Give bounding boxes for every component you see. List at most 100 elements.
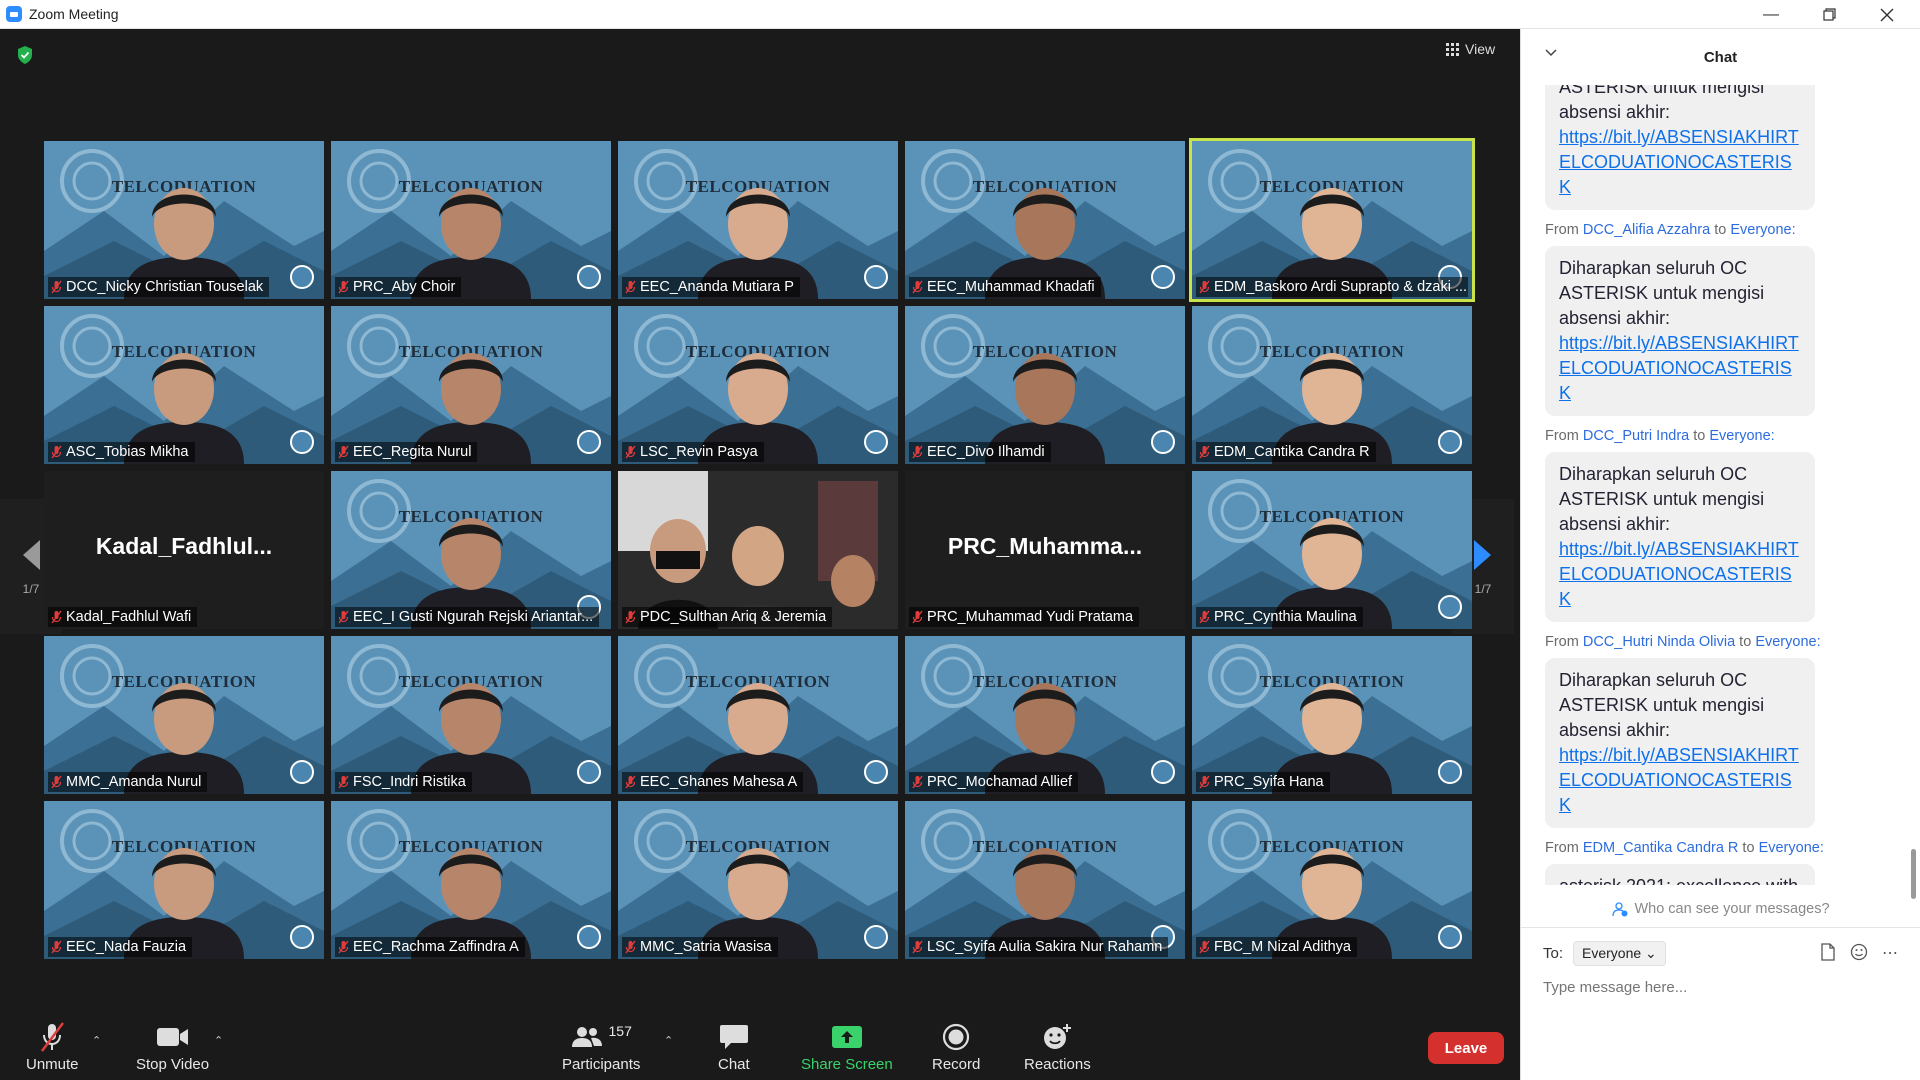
chat-bubble-partial: ASTERISK untuk mengisi absensi akhir: ht…	[1545, 85, 1815, 210]
muted-mic-icon	[51, 775, 62, 789]
leave-button[interactable]: Leave	[1428, 1032, 1504, 1064]
participant-tile[interactable]: PDC_Sulthan Ariq & Jeremia	[618, 471, 898, 629]
chat-message-link[interactable]: https://bit.ly/ABSENSIAKHIRTELCODUATIONO…	[1559, 331, 1801, 406]
muted-mic-icon	[51, 445, 62, 459]
participant-tile[interactable]: TELCODUATION MMC_Amanda Nurul	[44, 636, 324, 794]
microphone-muted-icon	[41, 1022, 65, 1052]
recipient-select[interactable]: Everyone ⌄	[1573, 941, 1666, 966]
window-title: Zoom Meeting	[29, 6, 119, 22]
participant-name-label: LSC_Revin Pasya	[622, 442, 764, 462]
participant-tile[interactable]: TELCODUATION LSC_Revin Pasya	[618, 306, 898, 464]
muted-mic-icon	[912, 610, 923, 624]
file-icon[interactable]	[1820, 943, 1836, 961]
video-options-caret-icon[interactable]: ⌃	[214, 1034, 223, 1047]
participant-tile[interactable]: TELCODUATION PRC_Cynthia Maulina	[1192, 471, 1472, 629]
participant-name: PRC_Muhammad Yudi Pratama	[927, 609, 1134, 625]
record-button[interactable]: Record	[932, 1020, 980, 1073]
chat-sender-name[interactable]: DCC_Hutri Ninda Olivia	[1583, 634, 1735, 650]
muted-mic-icon	[625, 775, 636, 789]
chat-from-prefix: From	[1545, 840, 1583, 856]
restore-button[interactable]	[1800, 0, 1858, 29]
who-can-see-messages[interactable]: Who can see your messages?	[1521, 901, 1920, 917]
more-options-icon[interactable]: ⋯	[1882, 943, 1898, 963]
participant-name: EEC_I Gusti Ngurah Rejski Ariantar...	[353, 609, 594, 625]
chat-from-prefix: From	[1545, 222, 1583, 238]
chat-recipient-name[interactable]: Everyone:	[1755, 634, 1820, 650]
participant-tile[interactable]: TELCODUATION LSC_Syifa Aulia Sakira Nur R…	[905, 801, 1185, 959]
participant-tile[interactable]: TELCODUATION FSC_Indri Ristika	[331, 636, 611, 794]
participant-tile[interactable]: TELCODUATION ASC_Tobias Mikha	[44, 306, 324, 464]
participant-tile[interactable]: TELCODUATION EDM_Baskoro Ardi Suprapto & …	[1189, 138, 1475, 302]
participant-tile[interactable]: TELCODUATION EEC_Rachma Zaffindra A	[331, 801, 611, 959]
chat-message-link[interactable]: https://bit.ly/ABSENSIAKHIRTELCODUATIONO…	[1559, 743, 1801, 818]
chat-button[interactable]: Chat	[718, 1020, 750, 1073]
close-icon	[1880, 8, 1894, 21]
participant-name: MMC_Amanda Nurul	[66, 774, 202, 790]
participant-tile[interactable]: TELCODUATION EEC_Ananda Mutiara P	[618, 141, 898, 299]
participants-button[interactable]: 157 Participants	[562, 1020, 640, 1073]
participant-tile[interactable]: TELCODUATION PRC_Mochamad Allief	[905, 636, 1185, 794]
participant-tile[interactable]: TELCODUATION PRC_Aby Choir	[331, 141, 611, 299]
participant-name: EEC_Ghanes Mahesa A	[640, 774, 798, 790]
muted-mic-icon	[625, 445, 636, 459]
muted-mic-icon	[625, 940, 636, 954]
participant-tile[interactable]: TELCODUATION MMC_Satria Wasisa	[618, 801, 898, 959]
participant-tile[interactable]: TELCODUATION EEC_I Gusti Ngurah Rejski Ar…	[331, 471, 611, 629]
chat-bubble: Diharapkan seluruh OC ASTERISK untuk men…	[1545, 246, 1815, 416]
close-window-button[interactable]	[1858, 0, 1916, 29]
participant-tile[interactable]: TELCODUATION PRC_Syifa Hana	[1192, 636, 1472, 794]
participant-tile[interactable]: TELCODUATION FBC_M Nizal Adithya	[1192, 801, 1472, 959]
chat-recipient-name[interactable]: Everyone:	[1709, 428, 1774, 444]
view-button[interactable]: View	[1446, 41, 1495, 57]
org-logo-icon	[290, 265, 314, 289]
chat-sender-name[interactable]: EDM_Cantika Candra R	[1583, 840, 1739, 856]
chat-sender-name[interactable]: DCC_Alifia Azzahra	[1583, 222, 1710, 238]
participant-tile[interactable]: TELCODUATION EEC_Nada Fauzia	[44, 801, 324, 959]
chat-recipient-name[interactable]: Everyone:	[1759, 840, 1824, 856]
participant-name-label: MMC_Satria Wasisa	[622, 937, 778, 957]
participant-tile[interactable]: TELCODUATION EDM_Cantika Candra R	[1192, 306, 1472, 464]
participant-name-label: EEC_Rachma Zaffindra A	[335, 937, 525, 957]
muted-mic-icon	[338, 940, 349, 954]
share-screen-button[interactable]: Share Screen	[801, 1020, 893, 1073]
chat-to-word: to	[1738, 840, 1759, 856]
reactions-label: Reactions	[1024, 1056, 1091, 1073]
chat-message-list[interactable]: ASTERISK untuk mengisi absensi akhir: ht…	[1521, 85, 1920, 885]
audio-options-caret-icon[interactable]: ⌃	[92, 1034, 101, 1047]
participant-tile[interactable]: TELCODUATION EEC_Muhammad Khadafi	[905, 141, 1185, 299]
chat-sender-name[interactable]: DCC_Putri Indra	[1583, 428, 1689, 444]
recipient-row: To: Everyone ⌄	[1543, 941, 1666, 966]
org-logo-icon	[864, 430, 888, 454]
chevron-down-icon[interactable]	[1545, 49, 1557, 57]
reactions-button[interactable]: Reactions	[1024, 1020, 1091, 1073]
chat-message-header: From DCC_Alifia Azzahra to Everyone:	[1545, 222, 1895, 238]
chat-message-text: Diharapkan seluruh OC ASTERISK untuk men…	[1559, 464, 1765, 534]
org-logo-icon	[577, 925, 601, 949]
participant-tile[interactable]: Kadal_Fadhlul... Kadal_Fadhlul Wafi	[44, 471, 324, 629]
participant-name: EEC_Rachma Zaffindra A	[353, 939, 519, 955]
participants-options-caret-icon[interactable]: ⌃	[664, 1034, 673, 1047]
chat-scrollbar[interactable]	[1911, 849, 1916, 899]
participant-name-label: MMC_Amanda Nurul	[48, 772, 208, 792]
emoji-icon[interactable]	[1850, 943, 1868, 961]
participant-tile[interactable]: TELCODUATION EEC_Divo Ilhamdi	[905, 306, 1185, 464]
participant-name-label: FBC_M Nizal Adithya	[1196, 937, 1357, 957]
participant-tile[interactable]: TELCODUATION EEC_Regita Nurul	[331, 306, 611, 464]
chat-message-input[interactable]	[1543, 979, 1903, 996]
participant-tile[interactable]: TELCODUATION EEC_Ghanes Mahesa A	[618, 636, 898, 794]
participant-video-feed	[618, 471, 898, 629]
chat-message-link[interactable]: https://bit.ly/ABSENSIAKHIRTELCODUATIONO…	[1559, 537, 1801, 612]
encryption-shield-icon[interactable]	[16, 45, 34, 65]
chat-recipient-name[interactable]: Everyone:	[1730, 222, 1795, 238]
participant-name-label: EEC_Regita Nurul	[335, 442, 478, 462]
stop-video-button[interactable]: Stop Video	[136, 1020, 209, 1073]
participant-name: ASC_Tobias Mikha	[66, 444, 189, 460]
chat-message-link[interactable]: https://bit.ly/ABSENSIAKHIRTELCODUATIONO…	[1559, 125, 1801, 200]
chat-message-text: Diharapkan seluruh OC ASTERISK untuk men…	[1559, 258, 1765, 328]
participant-name: EEC_Muhammad Khadafi	[927, 279, 1095, 295]
participant-tile[interactable]: PRC_Muhamma... PRC_Muhammad Yudi Pratama	[905, 471, 1185, 629]
org-logo-icon	[1151, 430, 1175, 454]
unmute-button[interactable]: Unmute	[26, 1020, 79, 1073]
minimize-button[interactable]: —	[1742, 0, 1800, 29]
participant-tile[interactable]: TELCODUATION DCC_Nicky Christian Touselak	[44, 141, 324, 299]
